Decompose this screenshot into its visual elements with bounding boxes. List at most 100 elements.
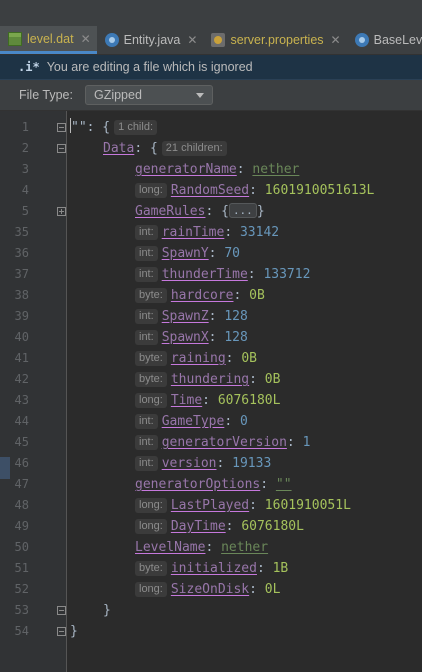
code-line[interactable]: 42 byte: thundering: 0B (0, 369, 422, 390)
editor-tabs: level.dat ✕ Entity.java ✕ server.properties ✕… (0, 26, 422, 55)
code-line[interactable]: 38 byte: hardcore: 0B (0, 285, 422, 306)
ignored-file-icon: .i* (18, 60, 40, 74)
tag-value: nether (221, 540, 269, 555)
code-text: long: DayTime: 6076180L (135, 516, 304, 537)
code-token: : (260, 477, 276, 492)
tag-name: initialized (170, 561, 257, 576)
tag-name: rainTime (161, 225, 225, 240)
line-number: 47 (14, 477, 29, 491)
close-icon[interactable]: ✕ (331, 33, 341, 47)
tag-name: LastPlayed (170, 498, 250, 513)
line-number: 41 (14, 351, 29, 365)
code-line[interactable]: 51 byte: initialized: 1B (0, 558, 422, 579)
code-text: byte: initialized: 1B (135, 558, 288, 579)
tag-name: version (161, 456, 217, 471)
tag-name: RandomSeed (170, 183, 250, 198)
ignored-file-banner: .i* You are editing a file which is igno… (0, 55, 422, 80)
close-icon[interactable]: ✕ (81, 32, 91, 46)
tab-2[interactable]: server.properties ✕ (203, 26, 346, 54)
type-hint: int: (135, 267, 158, 282)
fold-collapse-icon[interactable] (57, 144, 66, 153)
tag-value: 70 (224, 246, 240, 261)
type-hint: long: (135, 519, 167, 534)
nbt-editor[interactable]: 1 "": {1 child: 2 Data: {21 children: 3 gener… (0, 111, 422, 672)
code-token: : (208, 330, 225, 345)
line-number: 43 (14, 393, 29, 407)
code-line[interactable]: 3 generatorName: nether (0, 159, 422, 180)
dat-file-icon (8, 31, 22, 46)
line-number: 42 (14, 372, 29, 386)
code-token: : (225, 519, 242, 534)
tag-value: 128 (224, 330, 248, 345)
line-number: 46 (14, 456, 29, 470)
code-line[interactable]: 48 long: LastPlayed: 1601910051L (0, 495, 422, 516)
type-hint: long: (135, 498, 167, 513)
code-line[interactable]: 40 int: SpawnX: 128 (0, 327, 422, 348)
code-line[interactable]: 50 LevelName: nether (0, 537, 422, 558)
fold-collapse-icon[interactable] (57, 627, 66, 636)
tag-name: Data (103, 141, 135, 156)
code-line[interactable]: 4 long: RandomSeed: 1601910051613L (0, 180, 422, 201)
chevron-down-icon (195, 92, 204, 98)
code-line[interactable]: 41 byte: raining: 0B (0, 348, 422, 369)
tab-1[interactable]: Entity.java ✕ (97, 26, 204, 54)
file-type-label: File Type: (19, 88, 73, 102)
code-text: long: RandomSeed: 1601910051613L (135, 180, 374, 201)
code-line[interactable]: 46 int: version: 19133 (0, 453, 422, 474)
children-hint: 1 child: (114, 120, 157, 135)
code-text: int: rainTime: 33142 (135, 222, 279, 243)
code-token: : { (86, 120, 111, 135)
line-number: 37 (14, 267, 29, 281)
file-type-select[interactable]: GZipped (84, 85, 213, 105)
type-hint: int: (135, 309, 158, 324)
code-line[interactable]: 37 int: thunderTime: 133712 (0, 264, 422, 285)
tab-3[interactable]: BaseLevel (347, 26, 422, 54)
code-line[interactable]: 5 GameRules: {...} (0, 201, 422, 222)
code-line[interactable]: 36 int: SpawnY: 70 (0, 243, 422, 264)
fold-expand-icon[interactable] (57, 207, 66, 216)
line-number: 1 (21, 120, 29, 134)
fold-collapse-icon[interactable] (57, 606, 66, 615)
code-text: long: SizeOnDisk: 0L (135, 579, 280, 600)
tag-name: raining (170, 351, 226, 366)
code-line[interactable]: 2 Data: {21 children: (0, 138, 422, 159)
tag-value: 0B (264, 372, 281, 387)
title-strip (0, 0, 422, 26)
tag-value: 0B (249, 288, 265, 303)
code-line[interactable]: 47 generatorOptions: "" (0, 474, 422, 495)
type-hint: long: (135, 582, 167, 597)
code-line[interactable]: 49 long: DayTime: 6076180L (0, 516, 422, 537)
line-number: 2 (21, 141, 29, 155)
tag-value: 19133 (232, 456, 272, 471)
code-line[interactable]: 39 int: SpawnZ: 128 (0, 306, 422, 327)
close-icon[interactable]: ✕ (187, 33, 197, 47)
tab-label: level.dat (27, 31, 74, 46)
code-token: : (224, 414, 240, 429)
tab-0[interactable]: level.dat ✕ (0, 26, 97, 54)
code-token: : (202, 393, 218, 408)
code-line[interactable]: 44 int: GameType: 0 (0, 411, 422, 432)
code-text: int: GameType: 0 (135, 411, 248, 432)
code-line[interactable]: 54} (0, 621, 422, 642)
tab-label: Entity.java (123, 33, 181, 47)
code-text: generatorName: nether (135, 159, 299, 180)
properties-file-icon (211, 33, 226, 47)
code-line[interactable]: 1 "": {1 child: (0, 117, 422, 138)
type-hint: int: (135, 246, 158, 261)
fold-collapse-icon[interactable] (57, 123, 66, 132)
tag-name: LevelName (135, 540, 206, 555)
code-line[interactable]: 43 long: Time: 6076180L (0, 390, 422, 411)
tag-name: generatorName (135, 162, 237, 177)
type-hint: long: (135, 393, 167, 408)
code-text: Data: {21 children: (103, 138, 231, 159)
code-line[interactable]: 52 long: SizeOnDisk: 0L (0, 579, 422, 600)
code-line[interactable]: 45 int: generatorVersion: 1 (0, 432, 422, 453)
code-text: byte: raining: 0B (135, 348, 257, 369)
line-number: 39 (14, 309, 29, 323)
code-token: : (249, 498, 265, 513)
tag-value: 0 (239, 414, 248, 429)
code-text: long: LastPlayed: 1601910051L (135, 495, 351, 516)
collapsed-placeholder[interactable]: ... (228, 203, 257, 218)
code-line[interactable]: 35 int: rainTime: 33142 (0, 222, 422, 243)
code-line[interactable]: 53} (0, 600, 422, 621)
